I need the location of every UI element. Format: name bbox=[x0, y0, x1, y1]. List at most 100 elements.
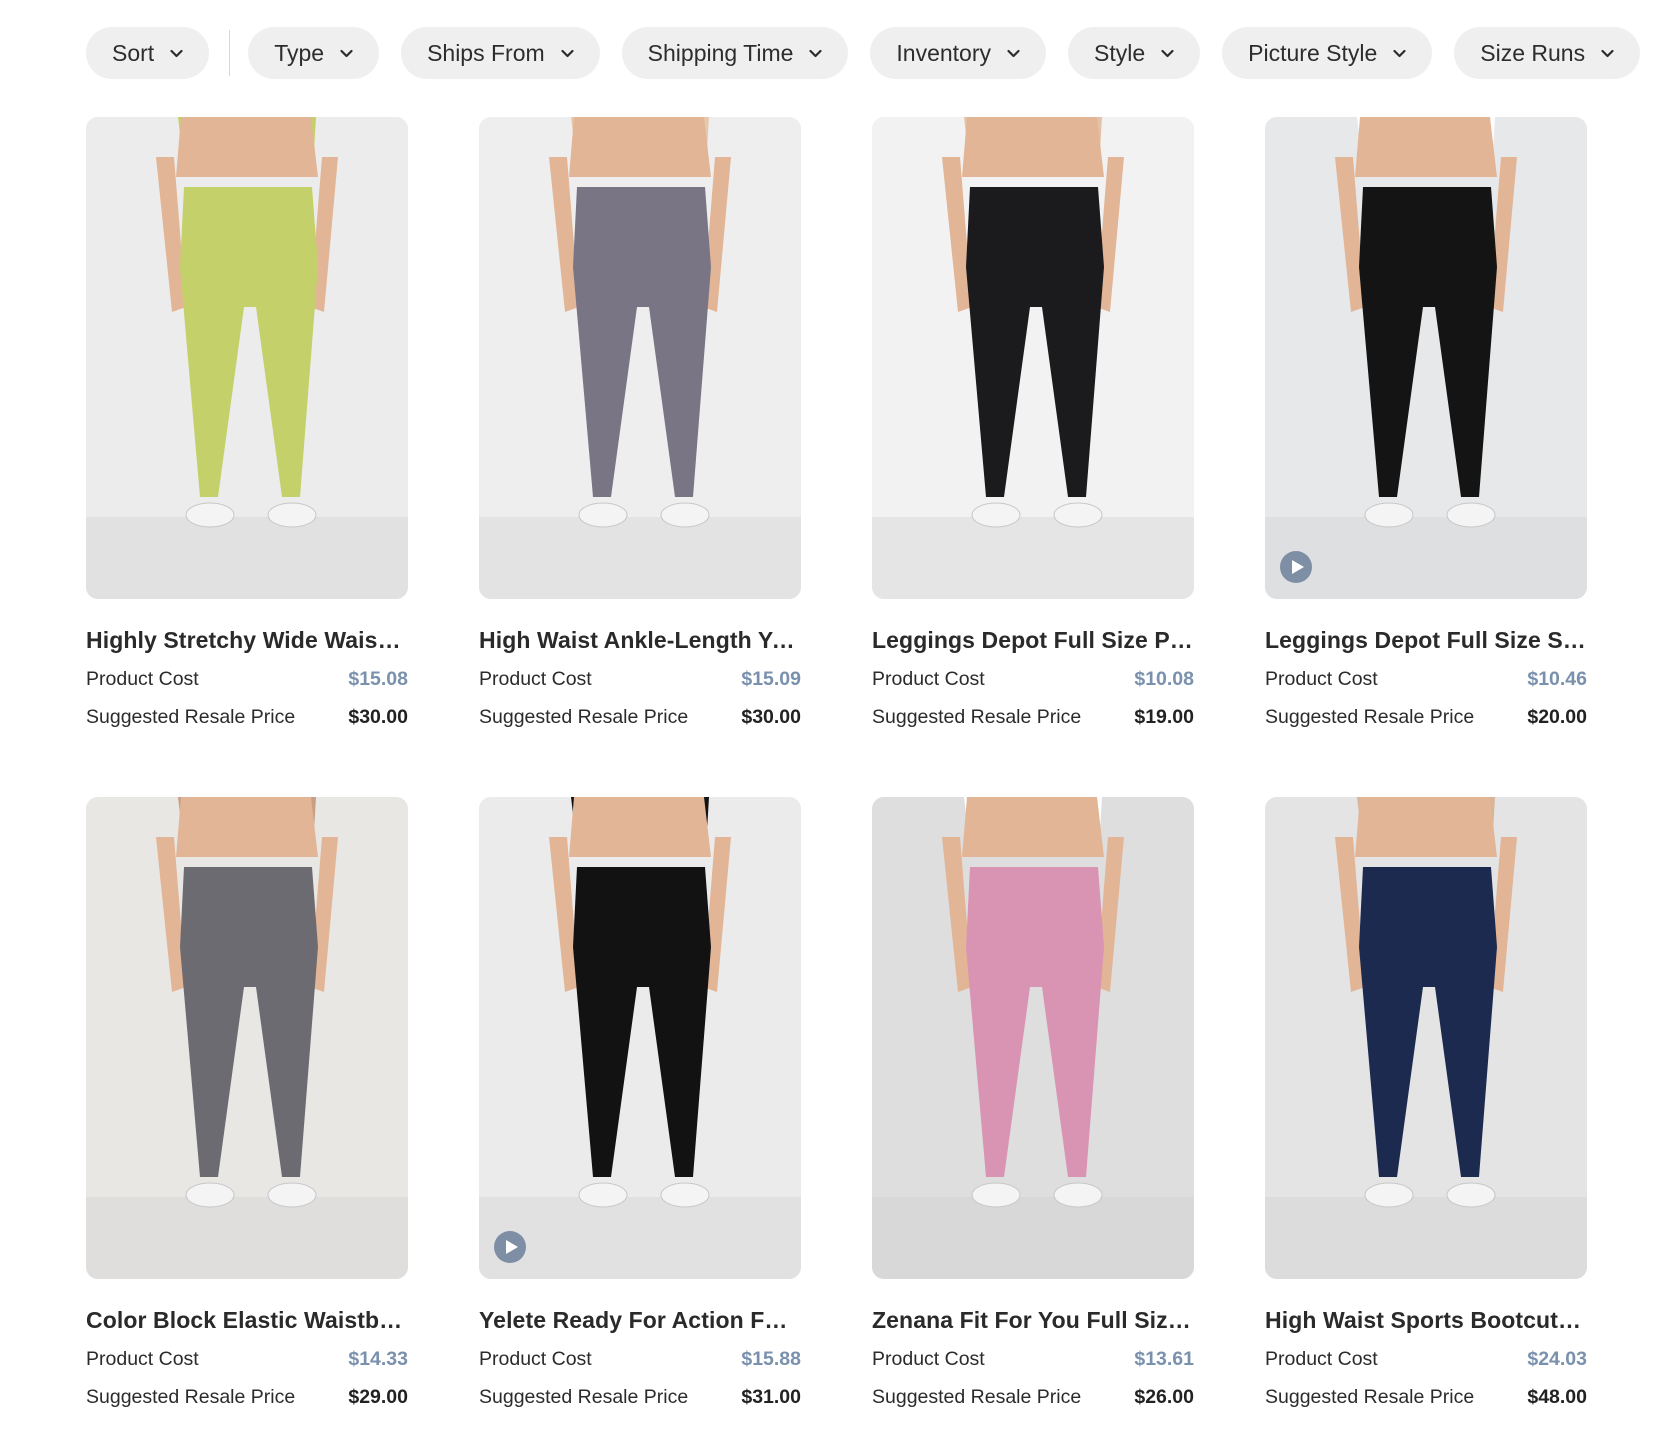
filter-bar: Sort Type Ships From Shipping Time Inven… bbox=[86, 27, 1641, 79]
resale-price-row: Suggested Resale Price $48.00 bbox=[1265, 1378, 1587, 1416]
product-cost-row: Product Cost $10.46 bbox=[1265, 660, 1587, 698]
product-image[interactable] bbox=[872, 117, 1194, 599]
resale-price-label: Suggested Resale Price bbox=[479, 1385, 689, 1408]
resale-price-label: Suggested Resale Price bbox=[479, 705, 689, 728]
sort-label: Sort bbox=[112, 39, 155, 66]
product-title[interactable]: Color Block Elastic Waistband Leggings bbox=[86, 1307, 408, 1334]
product-cost-label: Product Cost bbox=[86, 1347, 199, 1370]
product-cost-label: Product Cost bbox=[1265, 1347, 1378, 1370]
product-cost-row: Product Cost $13.61 bbox=[872, 1340, 1194, 1378]
resale-price-row: Suggested Resale Price $19.00 bbox=[872, 698, 1194, 736]
product-cost-row: Product Cost $15.09 bbox=[479, 660, 801, 698]
resale-price-row: Suggested Resale Price $31.00 bbox=[479, 1378, 801, 1416]
resale-price-label: Suggested Resale Price bbox=[872, 1385, 1082, 1408]
product-cost-label: Product Cost bbox=[86, 667, 199, 690]
product-card[interactable]: Color Block Elastic Waistband Leggings P… bbox=[86, 797, 408, 1416]
product-title[interactable]: Highly Stretchy Wide Waistband Yoga Legg… bbox=[86, 627, 408, 654]
product-card[interactable]: High Waist Sports Bootcut Yoga Pants Pro… bbox=[1265, 797, 1587, 1416]
chevron-down-icon bbox=[170, 47, 183, 60]
chevron-down-icon bbox=[1393, 47, 1406, 60]
product-cost-value: $15.08 bbox=[348, 667, 408, 690]
product-card[interactable]: High Waist Ankle-Length Yoga Leggings Pr… bbox=[479, 117, 801, 736]
chevron-down-icon bbox=[340, 47, 353, 60]
product-photo bbox=[872, 117, 1194, 599]
resale-price-value: $31.00 bbox=[741, 1385, 801, 1408]
filter-divider bbox=[229, 30, 231, 76]
type-filter[interactable]: Type bbox=[248, 27, 380, 79]
ships-from-filter[interactable]: Ships From bbox=[401, 27, 600, 79]
product-cost-label: Product Cost bbox=[1265, 667, 1378, 690]
resale-price-value: $30.00 bbox=[741, 705, 801, 728]
resale-price-value: $20.00 bbox=[1527, 705, 1587, 728]
product-card[interactable]: Zenana Fit For You Full Size High Waist … bbox=[872, 797, 1194, 1416]
product-cost-row: Product Cost $24.03 bbox=[1265, 1340, 1587, 1378]
resale-price-row: Suggested Resale Price $30.00 bbox=[86, 698, 408, 736]
product-image[interactable] bbox=[872, 797, 1194, 1279]
product-cost-label: Product Cost bbox=[479, 667, 592, 690]
size-runs-filter[interactable]: Size Runs bbox=[1454, 27, 1641, 79]
product-photo bbox=[479, 797, 801, 1279]
product-image[interactable] bbox=[479, 117, 801, 599]
product-cost-row: Product Cost $10.08 bbox=[872, 660, 1194, 698]
product-photo bbox=[1265, 117, 1587, 599]
product-cost-value: $14.33 bbox=[348, 1347, 408, 1370]
product-image[interactable] bbox=[479, 797, 801, 1279]
product-image[interactable] bbox=[1265, 117, 1587, 599]
style-filter[interactable]: Style bbox=[1068, 27, 1201, 79]
product-cost-label: Product Cost bbox=[479, 1347, 592, 1370]
resale-price-label: Suggested Resale Price bbox=[1265, 705, 1475, 728]
product-photo bbox=[1265, 797, 1587, 1279]
play-video-icon[interactable] bbox=[494, 1231, 526, 1263]
product-cost-label: Product Cost bbox=[872, 1347, 985, 1370]
resale-price-label: Suggested Resale Price bbox=[86, 705, 296, 728]
ships-from-label: Ships From bbox=[427, 39, 545, 66]
sort-dropdown[interactable]: Sort bbox=[86, 27, 210, 79]
resale-price-label: Suggested Resale Price bbox=[872, 705, 1082, 728]
product-photo bbox=[479, 117, 801, 599]
product-photo bbox=[86, 797, 408, 1279]
product-image[interactable] bbox=[1265, 797, 1587, 1279]
product-cost-value: $10.46 bbox=[1527, 667, 1587, 690]
picture-style-filter[interactable]: Picture Style bbox=[1222, 27, 1433, 79]
product-photo bbox=[872, 797, 1194, 1279]
product-card[interactable]: Leggings Depot Full Size PU Leather Legg… bbox=[872, 117, 1194, 736]
resale-price-row: Suggested Resale Price $29.00 bbox=[86, 1378, 408, 1416]
product-title[interactable]: High Waist Ankle-Length Yoga Leggings bbox=[479, 627, 801, 654]
size-runs-label: Size Runs bbox=[1480, 39, 1586, 66]
inventory-label: Inventory bbox=[896, 39, 992, 66]
inventory-filter[interactable]: Inventory bbox=[870, 27, 1047, 79]
product-photo bbox=[86, 117, 408, 599]
shipping-time-filter[interactable]: Shipping Time bbox=[621, 27, 849, 79]
product-title[interactable]: Leggings Depot Full Size PU Leather Legg… bbox=[872, 627, 1194, 654]
chevron-down-icon bbox=[1007, 47, 1020, 60]
product-cost-row: Product Cost $15.88 bbox=[479, 1340, 801, 1378]
product-cost-value: $15.88 bbox=[741, 1347, 801, 1370]
product-cost-value: $10.08 bbox=[1134, 667, 1194, 690]
chevron-down-icon bbox=[1161, 47, 1174, 60]
product-cost-row: Product Cost $15.08 bbox=[86, 660, 408, 698]
product-image[interactable] bbox=[86, 797, 408, 1279]
product-cost-label: Product Cost bbox=[872, 667, 985, 690]
resale-price-label: Suggested Resale Price bbox=[1265, 1385, 1475, 1408]
chevron-down-icon bbox=[809, 47, 823, 60]
product-image[interactable] bbox=[86, 117, 408, 599]
resale-price-row: Suggested Resale Price $30.00 bbox=[479, 698, 801, 736]
chevron-down-icon bbox=[1601, 47, 1614, 60]
resale-price-value: $30.00 bbox=[348, 705, 408, 728]
play-video-icon[interactable] bbox=[1280, 551, 1312, 583]
product-card[interactable]: Highly Stretchy Wide Waistband Yoga Legg… bbox=[86, 117, 408, 736]
shipping-time-label: Shipping Time bbox=[647, 39, 794, 66]
product-title[interactable]: Zenana Fit For You Full Size High Waist … bbox=[872, 1307, 1194, 1334]
resale-price-value: $48.00 bbox=[1527, 1385, 1587, 1408]
product-title[interactable]: High Waist Sports Bootcut Yoga Pants bbox=[1265, 1307, 1587, 1334]
product-card[interactable]: Yelete Ready For Action Full Size Leggin… bbox=[479, 797, 801, 1416]
chevron-down-icon bbox=[561, 47, 574, 60]
product-title[interactable]: Leggings Depot Full Size Strengthen and … bbox=[1265, 627, 1587, 654]
style-label: Style bbox=[1094, 39, 1146, 66]
resale-price-value: $19.00 bbox=[1134, 705, 1194, 728]
type-label: Type bbox=[274, 39, 325, 66]
product-title[interactable]: Yelete Ready For Action Full Size Leggin… bbox=[479, 1307, 801, 1334]
resale-price-row: Suggested Resale Price $26.00 bbox=[872, 1378, 1194, 1416]
product-card[interactable]: Leggings Depot Full Size Strengthen and … bbox=[1265, 117, 1587, 736]
product-cost-value: $13.61 bbox=[1134, 1347, 1194, 1370]
